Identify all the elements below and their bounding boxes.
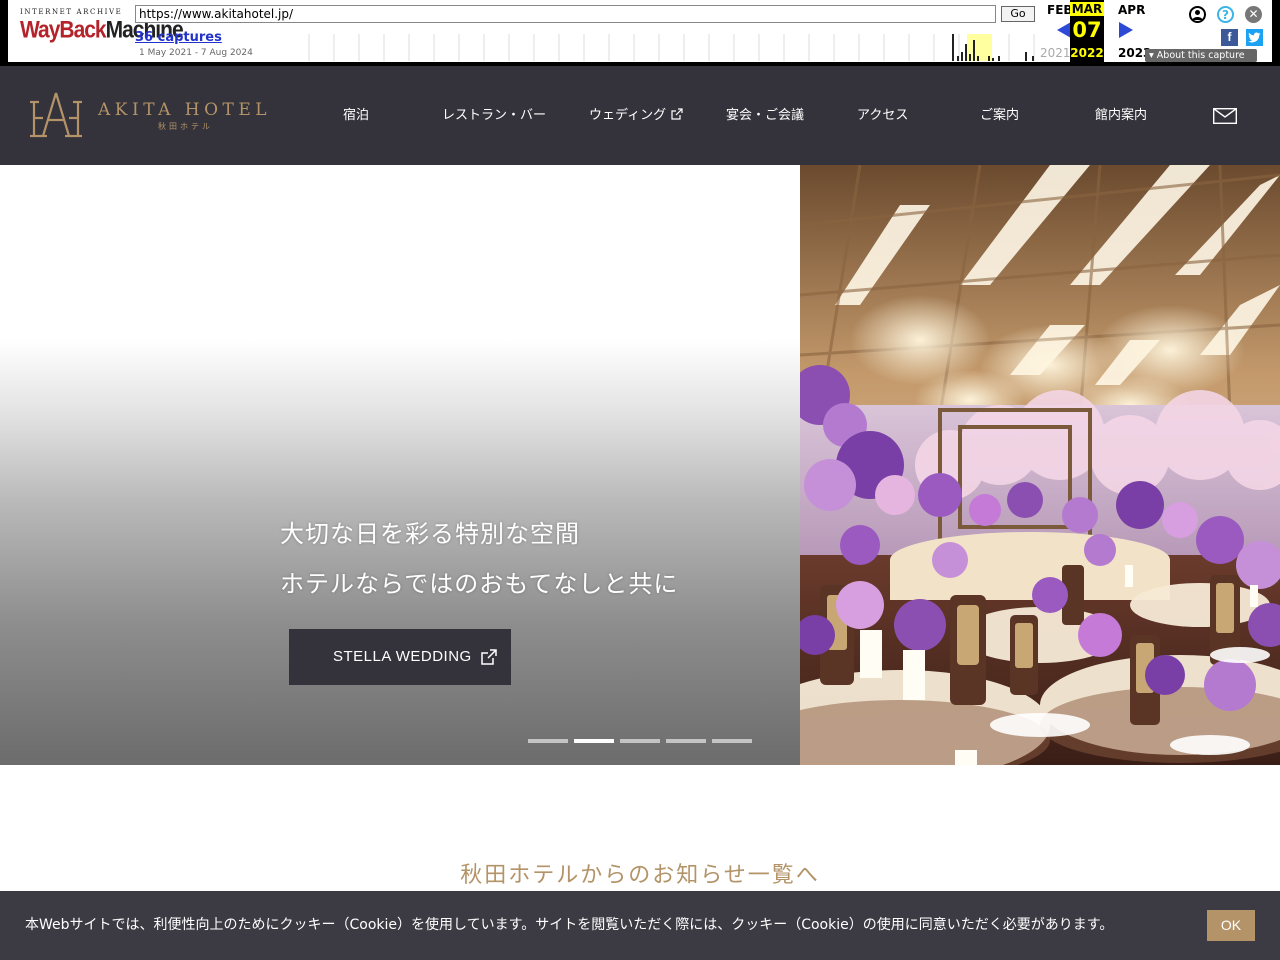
wayback-captures-link[interactable]: 36 captures <box>135 30 222 45</box>
nav-item-guide[interactable]: ご案内 <box>980 66 1019 165</box>
banquet-hall-illustration <box>800 165 1280 765</box>
cookie-consent-bar: 本Webサイトでは、利便性向上のためにクッキー（Cookie）を使用しています。… <box>0 891 1280 960</box>
hotel-logo-mark-icon <box>30 92 82 138</box>
hero-headline-line1: 大切な日を彩る特別な空間 <box>280 520 580 548</box>
wayback-capture-sparkline[interactable] <box>308 34 1036 61</box>
nav-item-banquet[interactable]: 宴会・ご会議 <box>726 66 804 165</box>
wayback-logo-top: INTERNET ARCHIVE <box>20 8 123 16</box>
slider-pagination <box>528 739 768 743</box>
stella-wedding-label: STELLA WEDDING <box>333 648 472 665</box>
nav-item-wedding-label: ウェディング <box>589 108 667 123</box>
wayback-current-year: 2022 <box>1070 46 1104 60</box>
hotel-logo[interactable]: AKITA HOTEL 秋田ホテル <box>30 92 275 138</box>
site-header: AKITA HOTEL 秋田ホテル 宿泊 レストラン・バー ウェディング 宴会・… <box>0 66 1280 165</box>
wedding-banquet-photo <box>800 165 1280 765</box>
wayback-about-capture[interactable]: ▾ About this capture <box>1145 49 1257 62</box>
wayback-about-label: About this capture <box>1156 50 1245 61</box>
hero-text-panel: 大切な日を彩る特別な空間 ホテルならではのおもてなしと共に STELLA WED… <box>0 165 800 765</box>
slider-dot-2[interactable] <box>574 739 614 743</box>
nav-item-stay[interactable]: 宿泊 <box>343 66 369 165</box>
wayback-current-date: MAR 07 2022 <box>1070 0 1104 64</box>
wayback-date-range: 1 May 2021 - 7 Aug 2024 <box>139 48 253 58</box>
wayback-prev-year[interactable]: 2021 <box>1040 46 1071 60</box>
mail-icon[interactable] <box>1213 108 1237 124</box>
stella-wedding-button[interactable]: STELLA WEDDING <box>289 629 511 685</box>
wayback-current-day: 07 <box>1072 18 1102 42</box>
hero-slider: 大切な日を彩る特別な空間 ホテルならではのおもてなしと共に STELLA WED… <box>0 165 1280 765</box>
close-icon[interactable]: ✕ <box>1245 6 1262 23</box>
help-icon[interactable]: ? <box>1217 6 1234 23</box>
wayback-current-month: MAR <box>1070 2 1104 16</box>
slider-dot-1[interactable] <box>528 739 568 743</box>
hero-headline-line2: ホテルならではのおもてなしと共に <box>280 570 679 598</box>
wayback-go-button[interactable]: Go <box>1001 6 1035 22</box>
wayback-prev-month[interactable]: FEB <box>1047 3 1073 17</box>
nav-item-restaurant-bar[interactable]: レストラン・バー <box>442 66 546 165</box>
cookie-ok-button[interactable]: OK <box>1207 910 1255 941</box>
wayback-toolbar: INTERNET ARCHIVE WayBackMachine https://… <box>0 0 1280 66</box>
wayback-logo[interactable]: INTERNET ARCHIVE WayBackMachine <box>20 8 184 52</box>
slider-dot-4[interactable] <box>666 739 706 743</box>
wayback-next-month[interactable]: APR <box>1118 3 1145 17</box>
external-link-icon <box>671 108 683 120</box>
wayback-prev-arrow-icon[interactable] <box>1057 22 1071 38</box>
nav-item-access[interactable]: アクセス <box>857 66 908 165</box>
hotel-logo-subtitle: 秋田ホテル <box>158 122 213 131</box>
wayback-next-arrow-icon[interactable] <box>1119 22 1133 38</box>
nav-item-wedding[interactable]: ウェディング <box>589 66 683 165</box>
wayback-logo-way: WayBack <box>20 17 107 44</box>
twitter-icon[interactable] <box>1246 29 1263 46</box>
news-section-title[interactable]: 秋田ホテルからのお知らせ一覧へ <box>0 857 1280 889</box>
wayback-logo-wordmark: WayBackMachine <box>20 17 184 45</box>
facebook-icon[interactable]: f <box>1221 29 1238 46</box>
external-link-icon <box>481 649 497 665</box>
page: INTERNET ARCHIVE WayBackMachine https://… <box>0 0 1280 960</box>
nav-item-facilities[interactable]: 館内案内 <box>1095 66 1147 165</box>
cookie-consent-text: 本Webサイトでは、利便性向上のためにクッキー（Cookie）を使用しています。… <box>25 917 1114 933</box>
wayback-url-input[interactable]: https://www.akitahotel.jp/ <box>135 5 996 23</box>
user-account-icon[interactable] <box>1189 6 1206 23</box>
slider-dot-5[interactable] <box>712 739 752 743</box>
slider-dot-3[interactable] <box>620 739 660 743</box>
hotel-logo-text: AKITA HOTEL <box>98 100 272 120</box>
